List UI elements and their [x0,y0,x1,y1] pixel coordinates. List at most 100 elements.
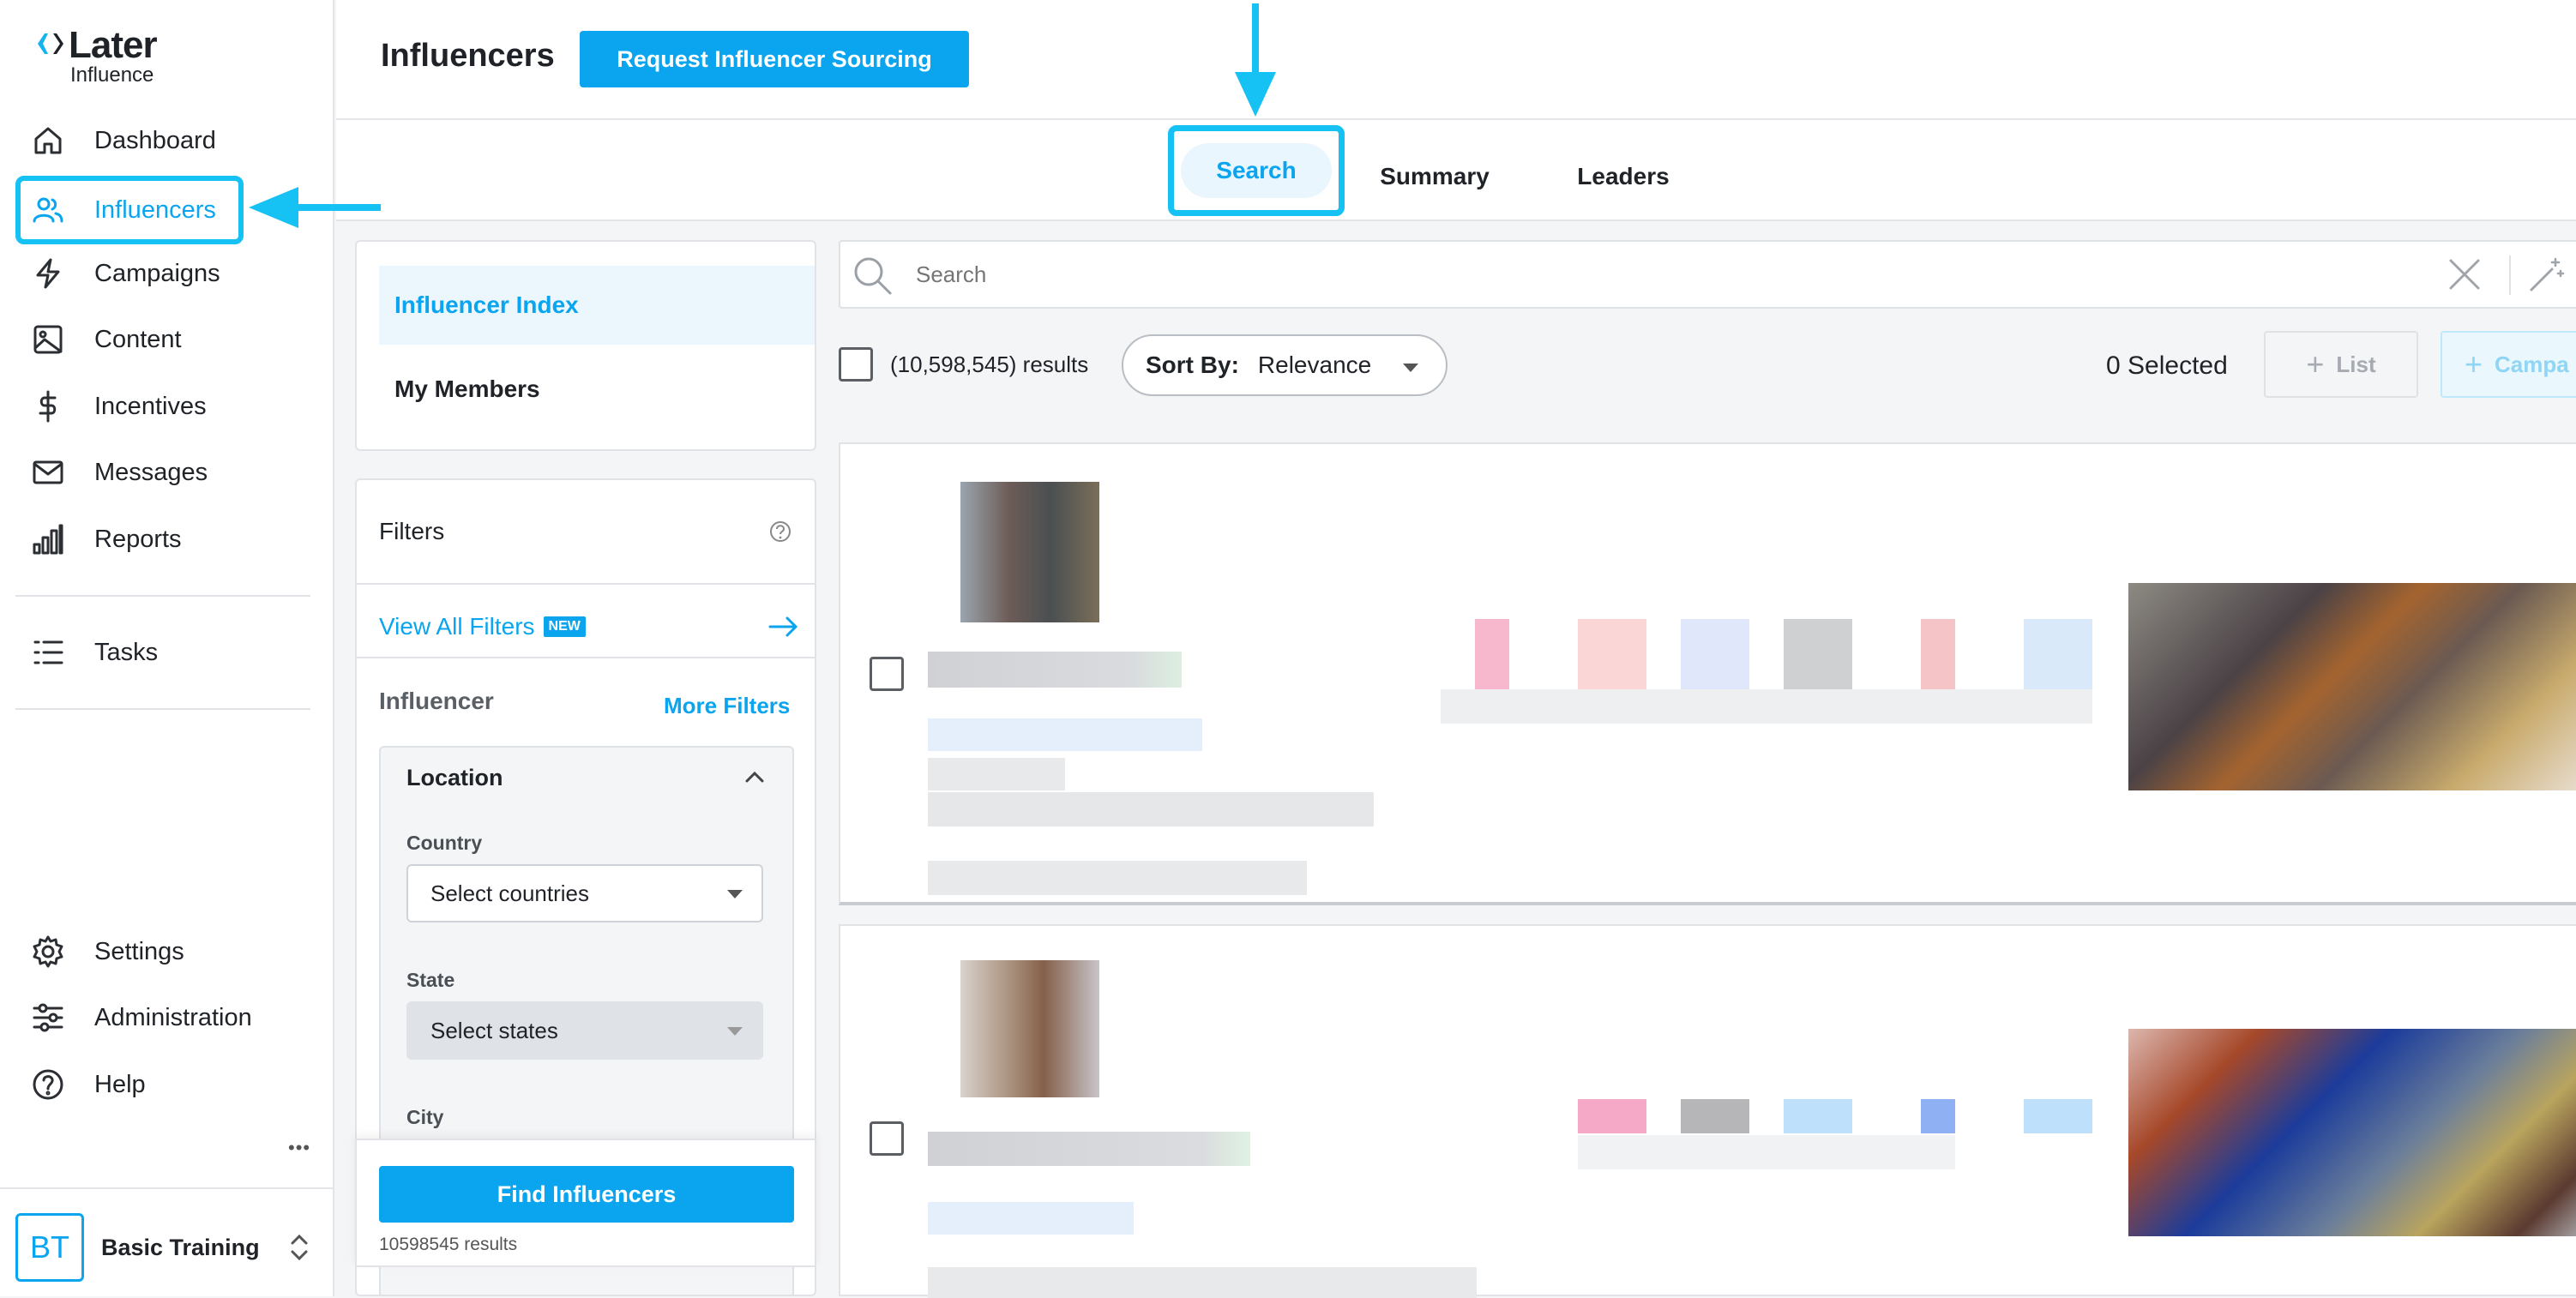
results-count: (10,598,545) results [890,352,1089,377]
blurred-stat [1475,619,1509,689]
caret-down-icon [727,890,743,898]
blurred-stat [1921,1099,1955,1133]
filters-divider [357,657,815,658]
sidebar-item-label: Dashboard [94,126,216,154]
chevron-updown-icon [291,1234,308,1261]
request-sourcing-button[interactable]: Request Influencer Sourcing [580,31,969,87]
state-label: State [406,969,455,991]
influencer-card[interactable] [839,924,2576,1298]
state-select-value: Select states [430,1017,558,1043]
tab-search[interactable]: Search [1168,125,1345,216]
more-icon[interactable]: ••• [288,1137,310,1159]
blurred-text [928,1267,1477,1298]
blurred-post-image [2128,583,2576,790]
state-select[interactable]: Select states [406,1001,763,1060]
tab-leaders[interactable]: Leaders [1568,149,1679,204]
caret-down-icon [727,1027,743,1036]
sidebar-item-label: Reports [94,525,182,553]
sliders-icon [31,1001,65,1035]
blurred-stat [1921,619,1955,689]
sort-label: Sort By: [1146,352,1239,378]
add-to-list-button[interactable]: + List [2264,331,2418,398]
search-bar [839,240,2576,309]
blurred-stat [2024,619,2092,689]
tab-label: Summary [1380,163,1490,189]
sidebar-item-label: Incentives [94,392,207,420]
index-panel: Influencer Index My Members [355,240,816,451]
country-label: Country [406,832,483,854]
index-item-my-members[interactable]: My Members [379,350,815,429]
sidebar-divider [15,595,310,597]
search-input[interactable] [914,254,2372,295]
tab-bar: Search Summary Leaders [336,120,2576,221]
lightning-icon [31,256,65,291]
sidebar-item-label: Messages [94,458,208,486]
blurred-stat [1578,1099,1646,1133]
list-button-label: List [2336,351,2376,377]
location-header[interactable]: Location [381,748,792,808]
index-item-influencer-index[interactable]: Influencer Index [379,266,815,345]
sidebar-item-messages[interactable]: Messages [15,442,321,503]
sidebar-item-reports[interactable]: Reports [15,508,321,570]
sidebar-item-incentives[interactable]: Incentives [15,376,321,437]
card-checkbox[interactable] [870,1121,904,1156]
more-filters-link[interactable]: More Filters [664,693,790,719]
sidebar-item-label: Settings [94,937,184,965]
account-name: Basic Training [101,1235,260,1260]
tab-label: Leaders [1577,163,1670,189]
top-bar: Influencers Request Influencer Sourcing [336,0,2576,120]
list-icon [31,635,65,670]
blurred-stat-row [1441,689,2092,724]
arrow-right-icon [768,616,798,637]
sidebar-item-dashboard[interactable]: Dashboard [15,110,321,171]
sidebar-item-tasks[interactable]: Tasks [15,622,321,683]
page-title: Influencers [381,38,555,74]
select-all-checkbox[interactable] [839,347,873,382]
card-checkbox[interactable] [870,657,904,691]
sidebar-item-label: Content [94,325,182,353]
avatar: BT [15,1213,84,1282]
selected-count: 0 Selected [2106,352,2228,380]
sort-dropdown[interactable]: Sort By: Relevance [1122,334,1447,396]
help-icon[interactable] [768,520,792,544]
tab-label: Search [1216,157,1297,183]
later-logo-icon [38,33,63,54]
sidebar-item-label: Help [94,1070,146,1098]
avatar-initials: BT [29,1229,69,1265]
sidebar-item-influencers[interactable]: Influencers [15,176,244,244]
magic-wand-icon[interactable] [2526,255,2566,295]
find-influencers-button[interactable]: Find Influencers [379,1166,794,1223]
find-influencers-footer: Find Influencers 10598545 results [355,1139,816,1267]
sidebar-item-label: Tasks [94,638,159,666]
blurred-stat [1681,619,1749,689]
brand-sub: Influence [70,63,154,87]
find-influencers-label: Find Influencers [497,1181,677,1207]
filters-title: Filters [379,518,445,544]
sidebar-item-label: Campaigns [94,259,220,287]
sidebar-item-administration[interactable]: Administration [15,987,321,1049]
blurred-name [928,1132,1250,1166]
sidebar-item-settings[interactable]: Settings [15,921,321,983]
blurred-text [928,792,1374,826]
brand-logo[interactable]: Later Influence [36,22,208,91]
chevron-up-icon [745,771,764,783]
footer-result-count: 10598545 results [379,1235,518,1254]
sidebar-item-campaigns[interactable]: Campaigns [15,243,321,304]
sidebar-item-help[interactable]: Help [15,1054,321,1115]
blurred-stat [1784,1099,1852,1133]
country-select[interactable]: Select countries [406,864,763,922]
blurred-name [928,652,1182,688]
new-badge: NEW [543,616,586,637]
blurred-text [928,1202,1134,1235]
influencer-card[interactable] [839,442,2576,905]
account-switcher[interactable]: BT Basic Training [0,1187,334,1296]
users-icon [31,193,65,227]
view-all-filters-link[interactable]: View All Filters NEW [379,607,799,646]
image-icon [31,322,65,357]
request-sourcing-label: Request Influencer Sourcing [617,45,932,72]
sidebar-item-content[interactable]: Content [15,309,321,370]
blurred-text [928,861,1307,895]
add-to-campaign-button[interactable]: + Campa [2441,331,2576,398]
tab-summary[interactable]: Summary [1370,149,1499,204]
close-icon[interactable] [2446,255,2483,293]
